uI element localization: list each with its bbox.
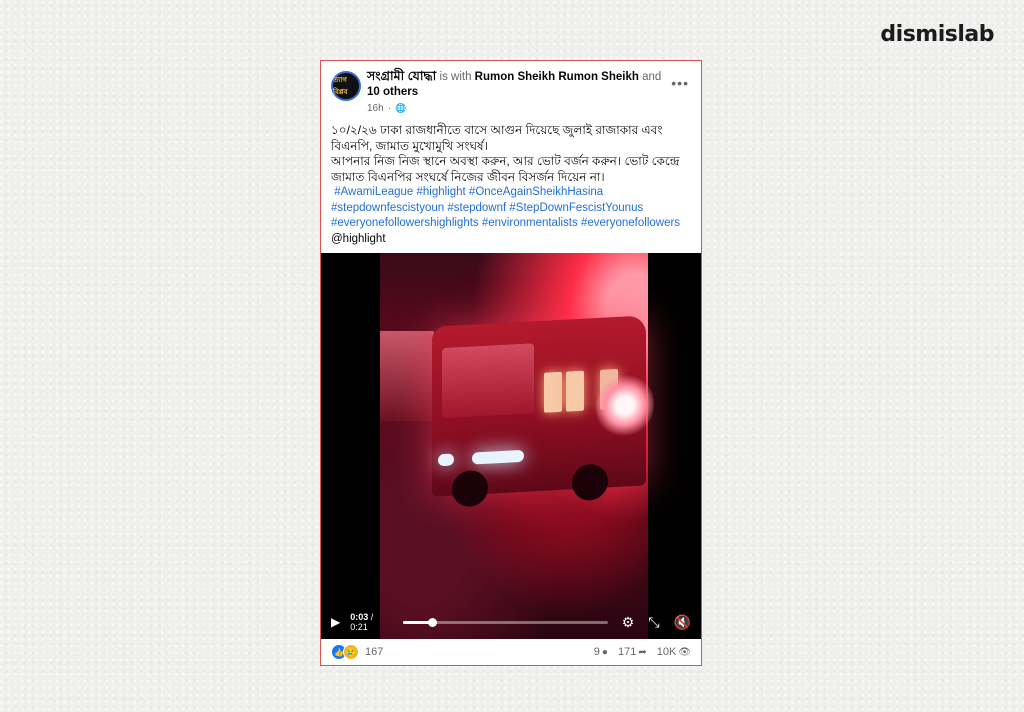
play-icon[interactable]: ▶ xyxy=(331,615,340,629)
video-progress-bar[interactable] xyxy=(403,617,608,627)
reactions-count[interactable]: 167 xyxy=(365,646,383,658)
duration: 0:21 xyxy=(350,622,368,632)
hashtag-link[interactable]: #StepDownFescistYounus xyxy=(509,202,643,214)
video-building xyxy=(380,331,434,421)
hashtag-link[interactable]: #AwamiLeague xyxy=(334,186,413,198)
mention-link[interactable]: @highlight xyxy=(331,232,691,248)
video-player[interactable]: ▶ 0:03 / 0:21 ⚙ ⤡ 🔇 xyxy=(321,253,701,639)
video-frame xyxy=(380,253,654,639)
hashtag-list: #AwamiLeague #highlight #OnceAgainSheikh… xyxy=(331,185,691,232)
gear-icon[interactable]: ⚙ xyxy=(622,614,635,631)
hashtag-link[interactable]: #highlight xyxy=(416,186,465,198)
brand-logo: dismislab xyxy=(880,22,994,47)
views-stat: 10K 👁 xyxy=(657,646,691,658)
post-text-line: ১০/২/২৬ ঢাকা রাজধানীতে বাসে আগুন দিয়েছে… xyxy=(331,123,663,153)
page-name-link[interactable]: সংগ্রামী যোদ্ধা xyxy=(367,69,436,83)
eye-icon: 👁 xyxy=(678,646,691,658)
care-icon: 😢 xyxy=(343,644,359,660)
fullscreen-icon[interactable]: ⤡ xyxy=(648,614,659,631)
hashtag-link[interactable]: #stepdownfescistyoun xyxy=(331,202,444,214)
globe-icon: 🌐 xyxy=(395,103,407,113)
comment-icon: ● xyxy=(601,646,608,658)
post-time[interactable]: 16h xyxy=(367,103,384,114)
comments-stat[interactable]: 9 ● xyxy=(594,646,608,658)
tagged-user-link[interactable]: Rumon Sheikh Rumon Sheikh xyxy=(475,71,639,83)
post-footer: 👍 😢 167 9 ● 171 ➦ 10K 👁 xyxy=(321,639,701,665)
hashtag-link[interactable]: #stepdownf xyxy=(447,202,506,214)
reactions[interactable]: 👍 😢 xyxy=(331,644,359,660)
video-burning-bus xyxy=(432,315,654,508)
post-body: ১০/২/২৬ ঢাকা রাজধানীতে বাসে আগুন দিয়েছে… xyxy=(321,113,701,247)
mute-icon[interactable]: 🔇 xyxy=(674,614,691,631)
video-time: 0:03 / 0:21 xyxy=(350,612,374,632)
hashtag-link[interactable]: #environmentalists xyxy=(482,217,578,229)
progress-handle[interactable] xyxy=(428,617,438,627)
current-time: 0:03 xyxy=(350,612,369,622)
avatar-label: ত্যাগ বিপ্লব xyxy=(333,77,348,96)
and-text: and xyxy=(642,71,662,83)
more-options-icon[interactable]: ••• xyxy=(671,75,689,91)
shares-count: 171 xyxy=(617,646,637,658)
share-icon: ➦ xyxy=(638,646,647,658)
post-meta: 16h · 🌐 xyxy=(367,103,407,114)
comments-count: 9 xyxy=(593,646,600,658)
hashtag-link[interactable]: #everyonefollowers xyxy=(581,217,680,229)
video-controls: ▶ 0:03 / 0:21 ⚙ ⤡ 🔇 xyxy=(321,605,701,639)
hashtag-link[interactable]: #OnceAgainSheikhHasina xyxy=(469,186,603,198)
page-avatar[interactable]: ত্যাগ বিপ্লব xyxy=(331,71,361,101)
post-text-line: আপনার নিজ নিজ স্থানে অবস্থা করুন, আর ভোট… xyxy=(331,154,680,184)
shares-stat[interactable]: 171 ➦ xyxy=(618,646,647,658)
facebook-post: ত্যাগ বিপ্লব সংগ্রামী যোদ্ধা is with Rum… xyxy=(320,60,702,666)
others-link[interactable]: 10 others xyxy=(367,86,418,98)
hashtag-link[interactable]: #everyonefollowershighlights xyxy=(331,217,479,229)
post-author-line: সংগ্রামী যোদ্ধা is with Rumon Sheikh Rum… xyxy=(367,69,667,100)
views-count: 10K xyxy=(656,646,677,658)
with-text: is with xyxy=(439,71,472,83)
post-header: ত্যাগ বিপ্লব সংগ্রামী যোদ্ধা is with Rum… xyxy=(321,61,701,114)
